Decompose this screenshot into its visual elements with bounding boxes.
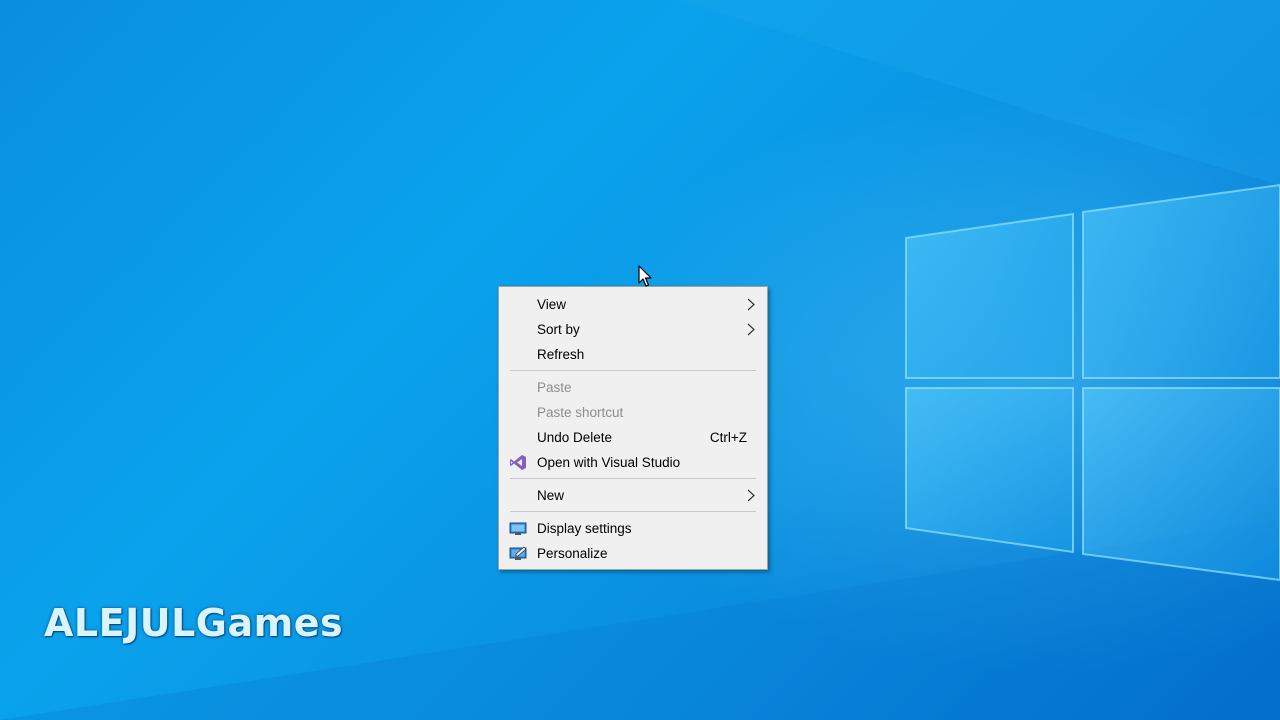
- channel-watermark: ALEJULGames: [44, 601, 344, 645]
- menu-item-new[interactable]: New: [499, 483, 767, 508]
- desktop-context-menu: View Sort by Refresh Paste Paste shortcu…: [498, 286, 768, 570]
- menu-separator: [510, 478, 756, 479]
- menu-item-label: Sort by: [537, 322, 580, 337]
- menu-item-label: Refresh: [537, 347, 585, 362]
- menu-item-open-with-visual-studio[interactable]: Open with Visual Studio: [499, 450, 767, 475]
- chevron-right-icon: [747, 298, 755, 311]
- menu-item-sort-by[interactable]: Sort by: [499, 317, 767, 342]
- menu-item-label: New: [537, 488, 565, 503]
- menu-item-label: Paste shortcut: [537, 405, 624, 420]
- menu-item-refresh[interactable]: Refresh: [499, 342, 767, 367]
- personalize-icon: [509, 546, 527, 560]
- menu-item-label: Open with Visual Studio: [537, 455, 681, 470]
- menu-item-view[interactable]: View: [499, 292, 767, 317]
- menu-separator: [510, 511, 756, 512]
- menu-item-label: View: [537, 297, 567, 312]
- chevron-right-icon: [747, 489, 755, 502]
- menu-item-paste-shortcut[interactable]: Paste shortcut: [499, 400, 767, 425]
- menu-item-display-settings[interactable]: Display settings: [499, 516, 767, 541]
- visual-studio-icon: [510, 455, 526, 470]
- menu-item-label: Undo Delete: [537, 430, 613, 445]
- chevron-right-icon: [747, 323, 755, 336]
- display-icon: [509, 522, 527, 535]
- mouse-pointer-icon: [638, 265, 652, 287]
- menu-separator: [510, 370, 756, 371]
- menu-item-undo-delete[interactable]: Undo Delete Ctrl+Z: [499, 425, 767, 450]
- menu-item-paste[interactable]: Paste: [499, 375, 767, 400]
- menu-item-label: Personalize: [537, 546, 608, 561]
- shortcut-label: Ctrl+Z: [709, 430, 747, 445]
- menu-item-personalize[interactable]: Personalize: [499, 541, 767, 566]
- menu-item-label: Display settings: [537, 521, 632, 536]
- menu-item-label: Paste: [537, 380, 572, 395]
